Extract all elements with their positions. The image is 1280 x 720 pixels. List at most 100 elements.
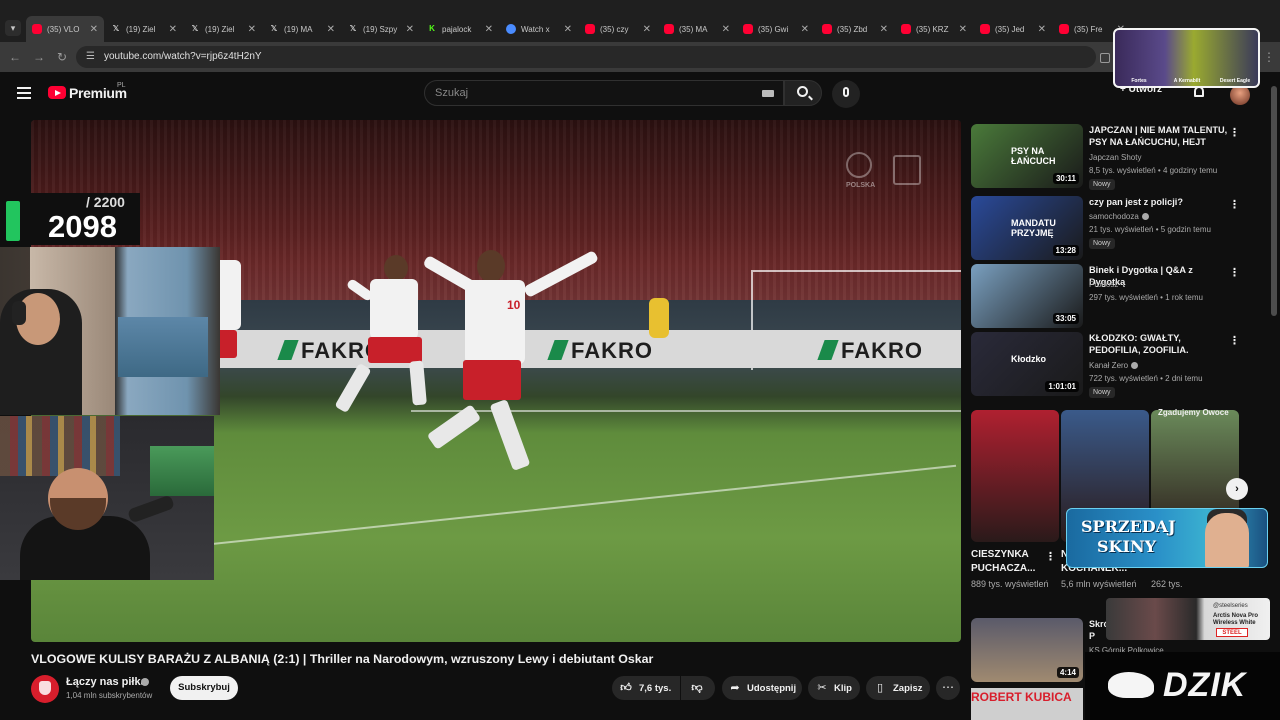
- skin-banner-line: SKINY: [1097, 537, 1156, 556]
- rec-more-icon[interactable]: ⋮: [1229, 198, 1240, 211]
- rec-thumbnail[interactable]: MANDATU PRZYJMĘ 13:28: [971, 196, 1083, 260]
- save-button[interactable]: ▯ Zapisz: [866, 676, 930, 700]
- tab-search-icon[interactable]: ▾: [5, 20, 21, 36]
- counter-value: 2098: [48, 209, 117, 244]
- browser-tab[interactable]: (35) Gwi ✕: [737, 18, 815, 40]
- search-input[interactable]: Szukaj: [424, 80, 784, 106]
- short-thumbnail[interactable]: [971, 410, 1059, 542]
- tab-close-icon[interactable]: ✕: [248, 24, 256, 35]
- rec-card[interactable]: MANDATU PRZYJMĘ 13:28 czy pan jest z polic…: [971, 196, 1251, 260]
- subscribe-button[interactable]: Subskrybuj: [170, 676, 238, 700]
- browser-tab[interactable]: 𝕏 (19) Szpy ✕: [342, 18, 420, 40]
- share-label: Udostępnij: [747, 683, 797, 694]
- dislike-button[interactable]: 👎︎: [681, 676, 715, 700]
- channel-avatar[interactable]: [31, 675, 59, 703]
- rec-title[interactable]: KŁODZKO: GWAŁTY, PEDOFILIA, ZOOFILIA. WS…: [1089, 332, 1229, 356]
- region-label: PL: [117, 82, 126, 89]
- search-button[interactable]: [784, 80, 822, 106]
- browser-tab[interactable]: (35) czy ✕: [579, 18, 657, 40]
- tab-close-icon[interactable]: ✕: [564, 24, 572, 35]
- sell-skins-banner: SPRZEDAJ SKINY: [1066, 508, 1268, 568]
- like-button[interactable]: 👍︎ 7,6 tys.: [612, 676, 680, 700]
- menu-icon[interactable]: [17, 87, 31, 99]
- bookmark-icon: ▯: [876, 682, 884, 694]
- tab-close-icon[interactable]: ✕: [880, 24, 888, 35]
- rec-card[interactable]: PSY NA ŁAŃCUCH 30:11 JAPCZAN | NIE MAM TAL…: [971, 124, 1251, 190]
- forward-icon[interactable]: →: [32, 50, 46, 64]
- more-actions-button[interactable]: ⋯: [936, 676, 960, 700]
- tab-label: (35) czy: [600, 24, 629, 34]
- rec-duration: 33:05: [1052, 313, 1079, 324]
- rec-more-icon[interactable]: ⋮: [1229, 266, 1240, 279]
- tab-close-icon[interactable]: ✕: [643, 24, 651, 35]
- back-icon[interactable]: ←: [8, 50, 22, 64]
- browser-tab[interactable]: (35) MA ✕: [658, 18, 736, 40]
- rec-meta: 722 tys. wyświetleń • 2 dni temu: [1089, 374, 1203, 383]
- tab-close-icon[interactable]: ✕: [1038, 24, 1046, 35]
- short-thumb-caption: Zgadujemy Owoce: [1158, 408, 1229, 417]
- rec-thumbnail[interactable]: PSY NA ŁAŃCUCH 30:11: [971, 124, 1083, 188]
- rec-thumbnail[interactable]: 33:05: [971, 264, 1083, 328]
- rec-title[interactable]: czy pan jest z policji?: [1089, 196, 1229, 208]
- rec-channel[interactable]: samochodoza: [1089, 212, 1149, 221]
- channel-name[interactable]: Łączy nas piłka: [66, 676, 147, 688]
- tab-close-icon[interactable]: ✕: [485, 24, 493, 35]
- rec-more-icon[interactable]: ⋮: [1229, 334, 1240, 347]
- share-button[interactable]: ➦ Udostępnij: [722, 676, 802, 700]
- browser-menu-icon[interactable]: ⋮: [1262, 50, 1276, 64]
- verified-icon: [1141, 213, 1149, 221]
- browser-tab[interactable]: Kpajalock ✕: [421, 18, 499, 40]
- short-title[interactable]: CIESZYNKA PUCHACZA...: [971, 548, 1047, 576]
- rec-more-icon[interactable]: ⋮: [1229, 126, 1240, 139]
- short-more-icon[interactable]: ⋮: [1045, 550, 1056, 563]
- rec-thumbnail[interactable]: Kłodzko 1:01:01: [971, 332, 1083, 396]
- rec-channel[interactable]: Kanał Zero: [1089, 361, 1139, 370]
- tab-close-icon[interactable]: ✕: [406, 24, 414, 35]
- browser-tab[interactable]: 𝕏 (19) Ziel ✕: [184, 18, 262, 40]
- tab-label: (35) Zbd: [837, 24, 868, 34]
- rec-duration: 30:11: [1052, 173, 1079, 184]
- browser-tab[interactable]: (35) Jed ✕: [974, 18, 1052, 40]
- browser-tab[interactable]: (35) KRZ ✕: [895, 18, 973, 40]
- x-favicon-icon: 𝕏: [191, 24, 199, 33]
- tab-close-icon[interactable]: ✕: [959, 24, 967, 35]
- tab-close-icon[interactable]: ✕: [801, 24, 809, 35]
- adboard-text: FAKRO: [841, 338, 923, 363]
- reload-icon[interactable]: ↻: [55, 50, 69, 64]
- rec-thumbnail[interactable]: 4:14: [971, 618, 1083, 682]
- site-info-icon[interactable]: ☰: [86, 51, 98, 63]
- rec-card[interactable]: Kłodzko 1:01:01 KŁODZKO: GWAŁTY, PEDOFILIA…: [971, 332, 1251, 398]
- save-label: Zapisz: [893, 683, 923, 694]
- browser-tab[interactable]: (35) Zbd ✕: [816, 18, 894, 40]
- x-favicon-icon: 𝕏: [112, 24, 120, 33]
- page-scrollbar[interactable]: [1271, 86, 1277, 316]
- clip-button[interactable]: ✂ Klip: [808, 676, 860, 700]
- shirt-number: 10: [507, 298, 521, 312]
- tab-label: (35) Gwi: [758, 24, 789, 34]
- rec-channel[interactable]: Japczan Shoty: [1089, 153, 1141, 162]
- shorts-next-button[interactable]: ›: [1226, 478, 1248, 500]
- voice-search-button[interactable]: [832, 80, 860, 108]
- tab-close-icon[interactable]: ✕: [722, 24, 730, 35]
- url-input[interactable]: ☰ youtube.com/watch?v=rjp6z4tH2nY: [76, 46, 1096, 68]
- watermark-text: POLSKA: [846, 182, 876, 189]
- rec-channel-name: samochodoza: [1089, 212, 1139, 221]
- rec-card[interactable]: 33:05 Binek i Dygotka | Q&A z Dygotką Pron…: [971, 264, 1251, 328]
- youtube-logo-icon[interactable]: [48, 86, 66, 99]
- account-avatar[interactable]: [1230, 85, 1250, 105]
- browser-tab[interactable]: (35) VLO ✕: [26, 16, 104, 42]
- rec-channel[interactable]: Pronosz: [1089, 280, 1118, 289]
- tab-close-icon[interactable]: ✕: [90, 24, 98, 35]
- steelseries-logo: STEEL: [1216, 628, 1248, 637]
- skin-showcase-overlay: Fortes A Kernabilt Desert Eagle: [1113, 28, 1260, 88]
- translate-icon[interactable]: [1100, 53, 1110, 63]
- browser-tab[interactable]: 𝕏 (19) Ziel ✕: [105, 18, 183, 40]
- keyboard-icon[interactable]: [762, 90, 774, 97]
- browser-tab[interactable]: Watch x ✕: [500, 18, 578, 40]
- youtube-favicon-icon: [1059, 24, 1069, 34]
- tab-close-icon[interactable]: ✕: [327, 24, 335, 35]
- tab-close-icon[interactable]: ✕: [169, 24, 177, 35]
- steelseries-handle: @steelseries: [1213, 603, 1248, 609]
- rec-title[interactable]: JAPCZAN | NIE MAM TALENTU, PSY NA ŁAŃCUC…: [1089, 124, 1229, 148]
- browser-tab[interactable]: 𝕏 (19) MA ✕: [263, 18, 341, 40]
